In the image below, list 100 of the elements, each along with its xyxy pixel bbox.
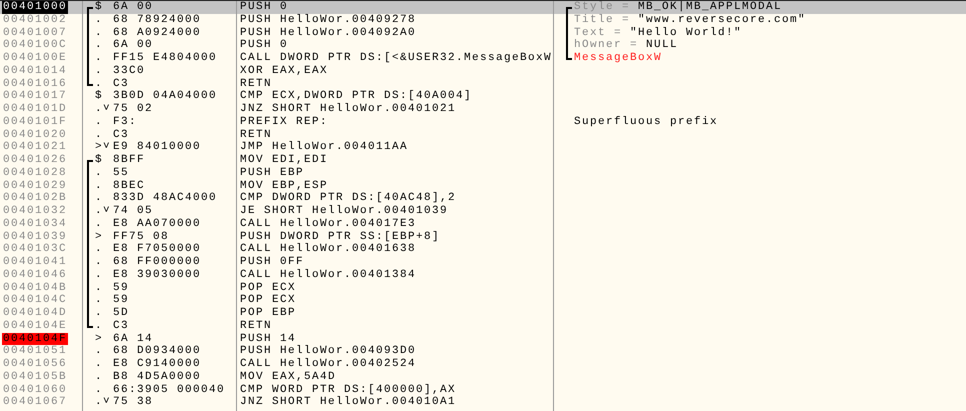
instruction-text: PUSH 0: [240, 39, 288, 52]
disassembly-row[interactable]: 0040104C . 59 POP ECX: [0, 294, 966, 307]
address-cell: 00401016: [2, 78, 68, 90]
jump-marker: >: [95, 230, 104, 244]
disassembly-row[interactable]: 0040104F > 6A 14 PUSH 14: [0, 332, 966, 346]
disassembly-row[interactable]: 00401016 . C3 RETN: [0, 78, 966, 90]
address-cell: 00401026: [2, 154, 68, 167]
disassembly-row[interactable]: 0040104E . C3 RETN: [0, 320, 966, 332]
instruction-text: POP ECX: [240, 294, 296, 306]
jump-marker: .˅: [95, 205, 112, 218]
comment-text: Superfluous prefix: [574, 116, 718, 128]
instruction-text: CMP WORD PTR DS:[400000],AX: [240, 384, 456, 396]
disassembly-row[interactable]: 0040101F . F3: PREFIX REP: Superfluous prefix: [0, 116, 966, 128]
disassembly-row[interactable]: 00401051 . 68 D0934000 PUSH HelloWor.004093D0: [0, 345, 966, 358]
hex-bytes: E8 AA070000: [113, 218, 202, 230]
disassembly-row[interactable]: 00401034 . E8 AA070000 CALL HelloWor.004017E3: [0, 218, 966, 230]
disassembly-row[interactable]: 00401041 . 68 FF000000 PUSH 0FF: [0, 256, 966, 269]
disassembly-row[interactable]: 00401067 .˅ 75 38 JNZ SHORT HelloWor.004010A1: [0, 396, 966, 409]
address-cell: 00401067: [2, 396, 68, 409]
instruction-text: POP ECX: [240, 282, 296, 294]
hex-bytes: E8 C9140000: [113, 358, 202, 371]
hex-bytes: F3:: [113, 116, 138, 128]
hex-bytes: 8BFF: [113, 154, 146, 167]
address-cell: 0040104E: [2, 320, 68, 332]
disassembly-row[interactable]: 00401039 > FF75 08 PUSH DWORD PTR SS:[EBP+8]: [0, 230, 966, 244]
hex-bytes: 3B0D 04A04000: [113, 90, 218, 103]
disassembly-row[interactable]: 00401007 . 68 A0924000 PUSH HelloWor.004092A0 Text = "Hello World!": [0, 26, 966, 40]
disassembly-row[interactable]: 00401028 . 55 PUSH EBP: [0, 166, 966, 180]
instruction-text: MOV EDI,EDI: [240, 154, 328, 166]
api-call-name: MessageBoxW: [574, 52, 662, 65]
address-cell: 0040101F: [2, 116, 68, 128]
argument-name: Title =: [574, 14, 632, 26]
address-cell: 0040100C: [2, 39, 68, 52]
jump-marker: .: [95, 39, 104, 52]
instruction-text: CALL DWORD PTR DS:[<&USER32.MessageBoxW: [240, 52, 552, 64]
disassembly-row[interactable]: 00401029 . 8BEC MOV EBP,ESP: [0, 180, 966, 192]
jump-marker: .: [95, 345, 104, 358]
address-cell: 0040105B: [2, 370, 68, 384]
hex-bytes: 68 FF000000: [113, 256, 202, 269]
address-cell: 00401060: [2, 384, 68, 396]
instruction-text: RETN: [240, 128, 272, 140]
instruction-text: XOR EAX,EAX: [240, 64, 328, 77]
disassembly-row[interactable]: 00401002 . 68 78924000 PUSH HelloWor.00409278 Title = "www.reversecore.com": [0, 14, 966, 26]
instruction-text: CALL HelloWor.00401638: [240, 243, 416, 256]
address-cell: 00401017: [2, 90, 68, 103]
instruction-text: PUSH HelloWor.004093D0: [240, 345, 416, 358]
disassembly-row[interactable]: 0040100E . FF15 E4804000 CALL DWORD PTR DS:[<&USER32.MessageBoxW MessageBoxW: [0, 52, 966, 65]
address-cell: 0040104F: [2, 332, 68, 346]
disassembly-row[interactable]: 0040101D .˅ 75 02 JNZ SHORT HelloWor.00401021: [0, 103, 966, 116]
disassembly-row[interactable]: 00401021 >˅ E9 84010000 JMP HelloWor.004011AA: [0, 141, 966, 154]
disassembly-row[interactable]: 00401056 . E8 C9140000 CALL HelloWor.00402524: [0, 358, 966, 371]
disassembly-row[interactable]: 00401014 . 33C0 XOR EAX,EAX: [0, 64, 966, 78]
address-cell: 00401000: [2, 1, 68, 14]
disassembly-row[interactable]: 0040100C . 6A 00 PUSH 0 hOwner = NULL: [0, 39, 966, 52]
jump-marker: .: [95, 14, 104, 26]
hex-bytes: 66:3905 000040: [113, 384, 226, 396]
hex-bytes: C3: [113, 78, 130, 90]
jump-marker: .: [95, 384, 104, 396]
address-cell: 00401032: [2, 205, 68, 218]
hex-bytes: E8 F7050000: [113, 243, 202, 256]
jump-marker: .: [95, 307, 104, 320]
address-cell: 0040101D: [2, 103, 68, 116]
disassembly-row[interactable]: 00401046 . E8 39030000 CALL HelloWor.00401384: [0, 268, 966, 282]
disassembly-row[interactable]: 00401020 . C3 RETN: [0, 128, 966, 142]
disassembly-row[interactable]: 00401060 . 66:3905 000040 CMP WORD PTR DS:[400000],AX: [0, 384, 966, 396]
instruction-text: CMP DWORD PTR DS:[40AC48],2: [240, 192, 456, 204]
address-cell: 0040104D: [2, 307, 68, 320]
disassembly-row[interactable]: 0040103C . E8 F7050000 CALL HelloWor.00401638: [0, 243, 966, 256]
jump-marker: .: [95, 78, 104, 90]
jump-marker: .: [95, 128, 104, 142]
hex-bytes: 6A 00: [113, 39, 154, 52]
disassembly-row[interactable]: 00401032 .˅ 74 05 JE SHORT HelloWor.00401039: [0, 205, 966, 218]
hex-bytes: FF15 E4804000: [113, 52, 218, 65]
disassembly-row[interactable]: 00401017 $ 3B0D 04A04000 CMP ECX,DWORD PTR DS:[40A004]: [0, 90, 966, 103]
address-cell: 0040104C: [2, 294, 68, 307]
hex-bytes: 59: [113, 282, 130, 294]
argument-value: MB_OK|MB_APPLMODAL: [638, 1, 782, 13]
instruction-text: CMP ECX,DWORD PTR DS:[40A004]: [240, 90, 472, 102]
jump-marker: .: [95, 256, 104, 269]
hex-bytes: 68 A0924000: [113, 26, 202, 40]
argument-name: hOwner =: [574, 39, 640, 52]
disassembly-row[interactable]: 0040104B . 59 POP ECX: [0, 282, 966, 294]
argument-value: "Hello World!": [630, 26, 742, 38]
disassembly-row[interactable]: 0040105B . B8 4D5A0000 MOV EAX,5A4D: [0, 370, 966, 384]
hex-bytes: E8 39030000: [113, 268, 202, 282]
address-cell: 00401039: [2, 230, 68, 244]
instruction-text: JE SHORT HelloWor.00401039: [240, 205, 448, 217]
address-cell: 0040102B: [2, 192, 68, 205]
instruction-text: POP EBP: [240, 307, 296, 319]
hex-bytes: B8 4D5A0000: [113, 370, 202, 384]
address-cell: 00401041: [2, 256, 68, 269]
instruction-text: RETN: [240, 320, 272, 332]
disassembly-row[interactable]: 0040102B . 833D 48AC4000 CMP DWORD PTR DS:[40AC48],2: [0, 192, 966, 205]
address-cell: 00401007: [2, 26, 68, 40]
jump-marker: $: [95, 154, 104, 167]
jump-marker: .˅: [95, 396, 112, 409]
hex-bytes: 75 02: [113, 103, 154, 116]
disassembly-row[interactable]: 00401000 $ 6A 00 PUSH 0 Style = MB_OK|MB_APPLMODAL: [0, 1, 966, 14]
hex-bytes: C3: [113, 320, 130, 332]
disassembly-row[interactable]: 0040104D . 5D POP EBP: [0, 307, 966, 320]
